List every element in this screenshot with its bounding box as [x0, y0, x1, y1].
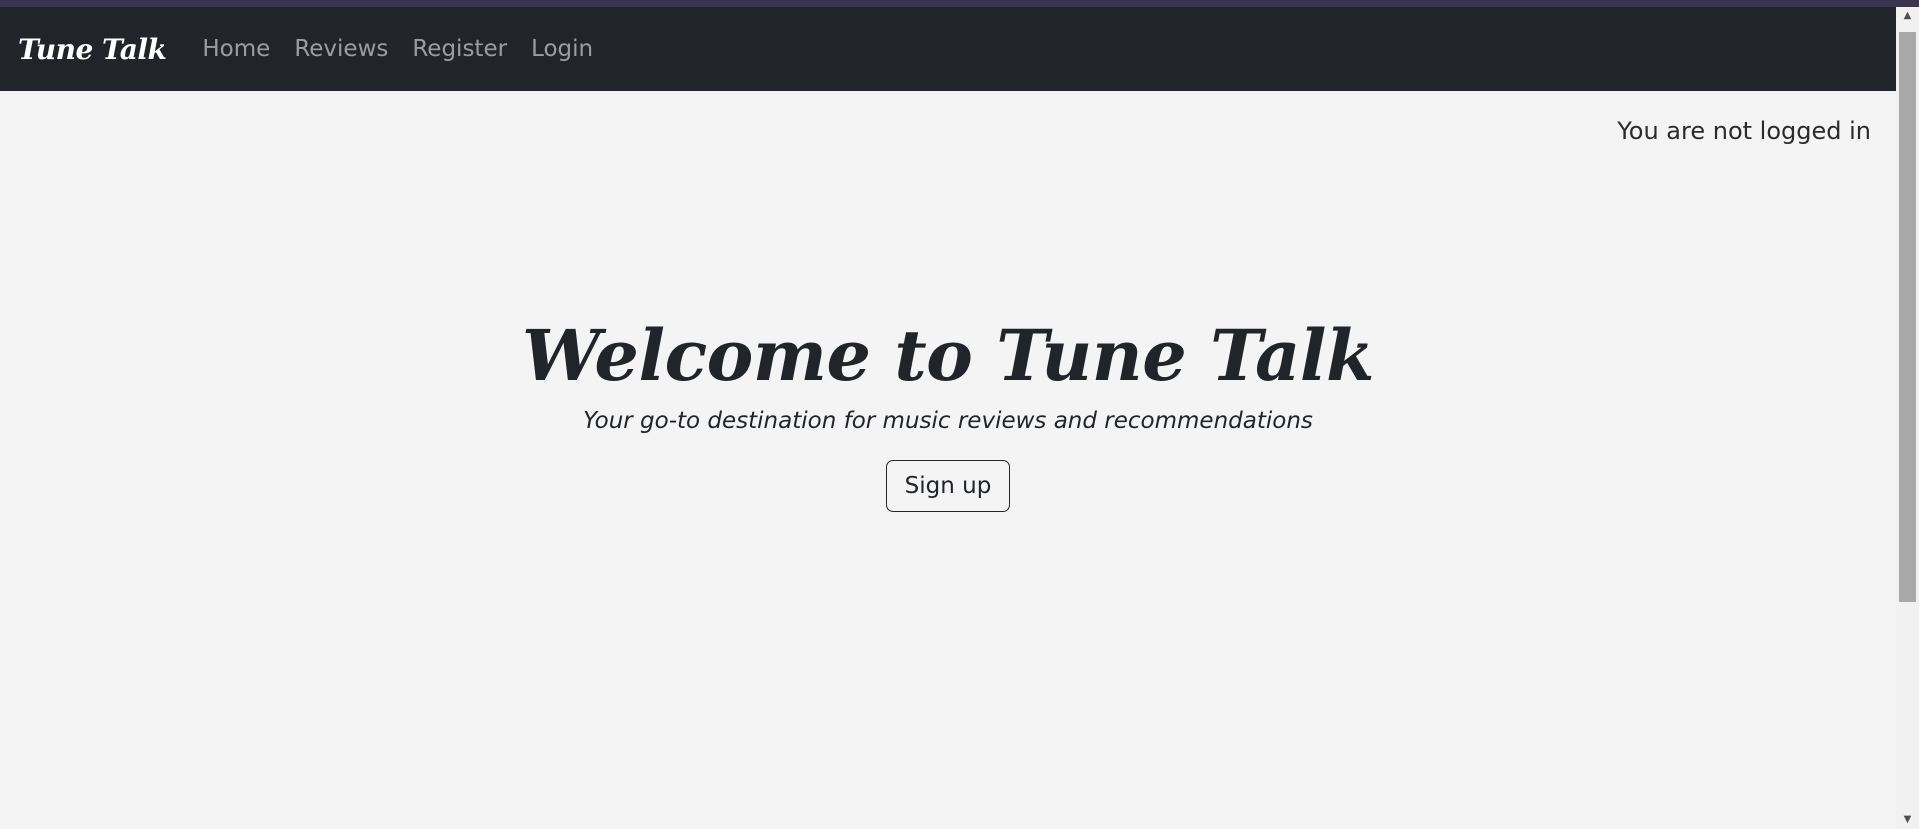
browser-top-strip: [0, 0, 1919, 7]
page: Tune Talk Home Reviews Register Login Yo…: [0, 7, 1896, 829]
vertical-scrollbar[interactable]: ▲ ▼: [1896, 7, 1919, 829]
login-status-text: You are not logged in: [1617, 117, 1871, 145]
scrollbar-thumb[interactable]: [1899, 32, 1916, 602]
hero-title: Welcome to Tune Talk: [522, 314, 1374, 397]
arrow-down-icon[interactable]: ▼: [1896, 811, 1919, 829]
nav-link-reviews[interactable]: Reviews: [294, 36, 388, 62]
nav-link-home[interactable]: Home: [202, 36, 270, 62]
nav-link-register[interactable]: Register: [412, 36, 507, 62]
nav-links: Home Reviews Register Login: [202, 36, 593, 62]
navbar: Tune Talk Home Reviews Register Login: [0, 7, 1896, 91]
hero-section: Welcome to Tune Talk Your go-to destinat…: [0, 317, 1896, 512]
nav-link-login[interactable]: Login: [531, 36, 593, 62]
brand-logo-link[interactable]: Tune Talk: [18, 33, 167, 66]
hero-subtitle: Your go-to destination for music reviews…: [583, 408, 1313, 434]
arrow-up-icon[interactable]: ▲: [1896, 7, 1919, 25]
sign-up-button[interactable]: Sign up: [885, 460, 1011, 512]
